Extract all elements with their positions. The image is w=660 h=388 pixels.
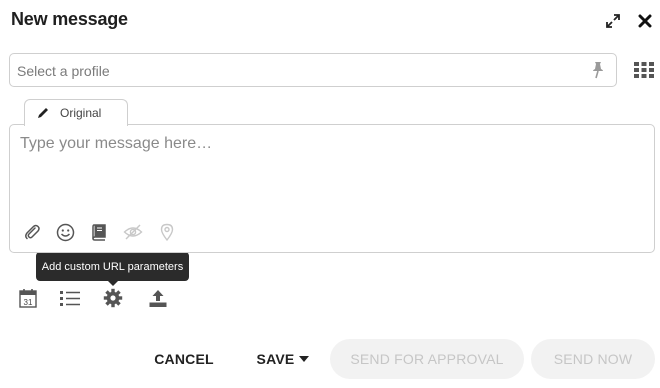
message-placeholder: Type your message here… [20, 135, 213, 152]
expand-button[interactable] [603, 11, 623, 31]
dialog-title: New message [11, 9, 128, 29]
expand-arrows-icon [606, 14, 620, 28]
url-parameters-button[interactable] [102, 287, 124, 309]
attach-button[interactable] [22, 222, 42, 242]
tooltip: Add custom URL parameters [36, 252, 189, 286]
tab-label: Original [60, 106, 102, 120]
location-button[interactable] [157, 222, 177, 242]
caret-down-icon [299, 356, 310, 362]
map-pin-icon [160, 223, 174, 241]
upload-button[interactable] [147, 287, 169, 309]
upload-icon [149, 290, 167, 307]
profile-placeholder: Select a profile [17, 63, 110, 79]
content-library-button[interactable] [89, 222, 109, 242]
eye-slash-icon [123, 224, 143, 240]
gear-icon [103, 288, 123, 308]
paperclip-icon [25, 224, 40, 240]
close-button[interactable] [635, 11, 655, 31]
save-button[interactable]: SAVE [250, 339, 316, 379]
calendar-day-label: 31 [24, 298, 33, 307]
message-input[interactable]: Type your message here… [9, 124, 655, 253]
send-now-button[interactable]: SEND NOW [531, 339, 655, 379]
profile-select[interactable]: Select a profile [9, 53, 617, 87]
tab-original[interactable]: Original [24, 99, 128, 126]
close-x-icon [638, 14, 652, 28]
list-button[interactable] [59, 287, 81, 309]
book-icon [92, 224, 106, 241]
cancel-button[interactable]: CANCEL [148, 339, 220, 379]
pencil-icon [38, 108, 48, 118]
calendar-icon: 31 [19, 289, 37, 308]
grid-icon[interactable] [633, 60, 655, 80]
preview-toggle-button[interactable] [123, 222, 143, 242]
save-label: SAVE [256, 351, 295, 367]
emoji-button[interactable] [55, 222, 75, 242]
list-icon [60, 291, 80, 306]
pin-icon[interactable] [588, 60, 608, 80]
send-for-approval-button[interactable]: SEND FOR APPROVAL [330, 339, 524, 379]
schedule-button[interactable]: 31 [17, 287, 39, 309]
smiley-icon [56, 223, 74, 241]
